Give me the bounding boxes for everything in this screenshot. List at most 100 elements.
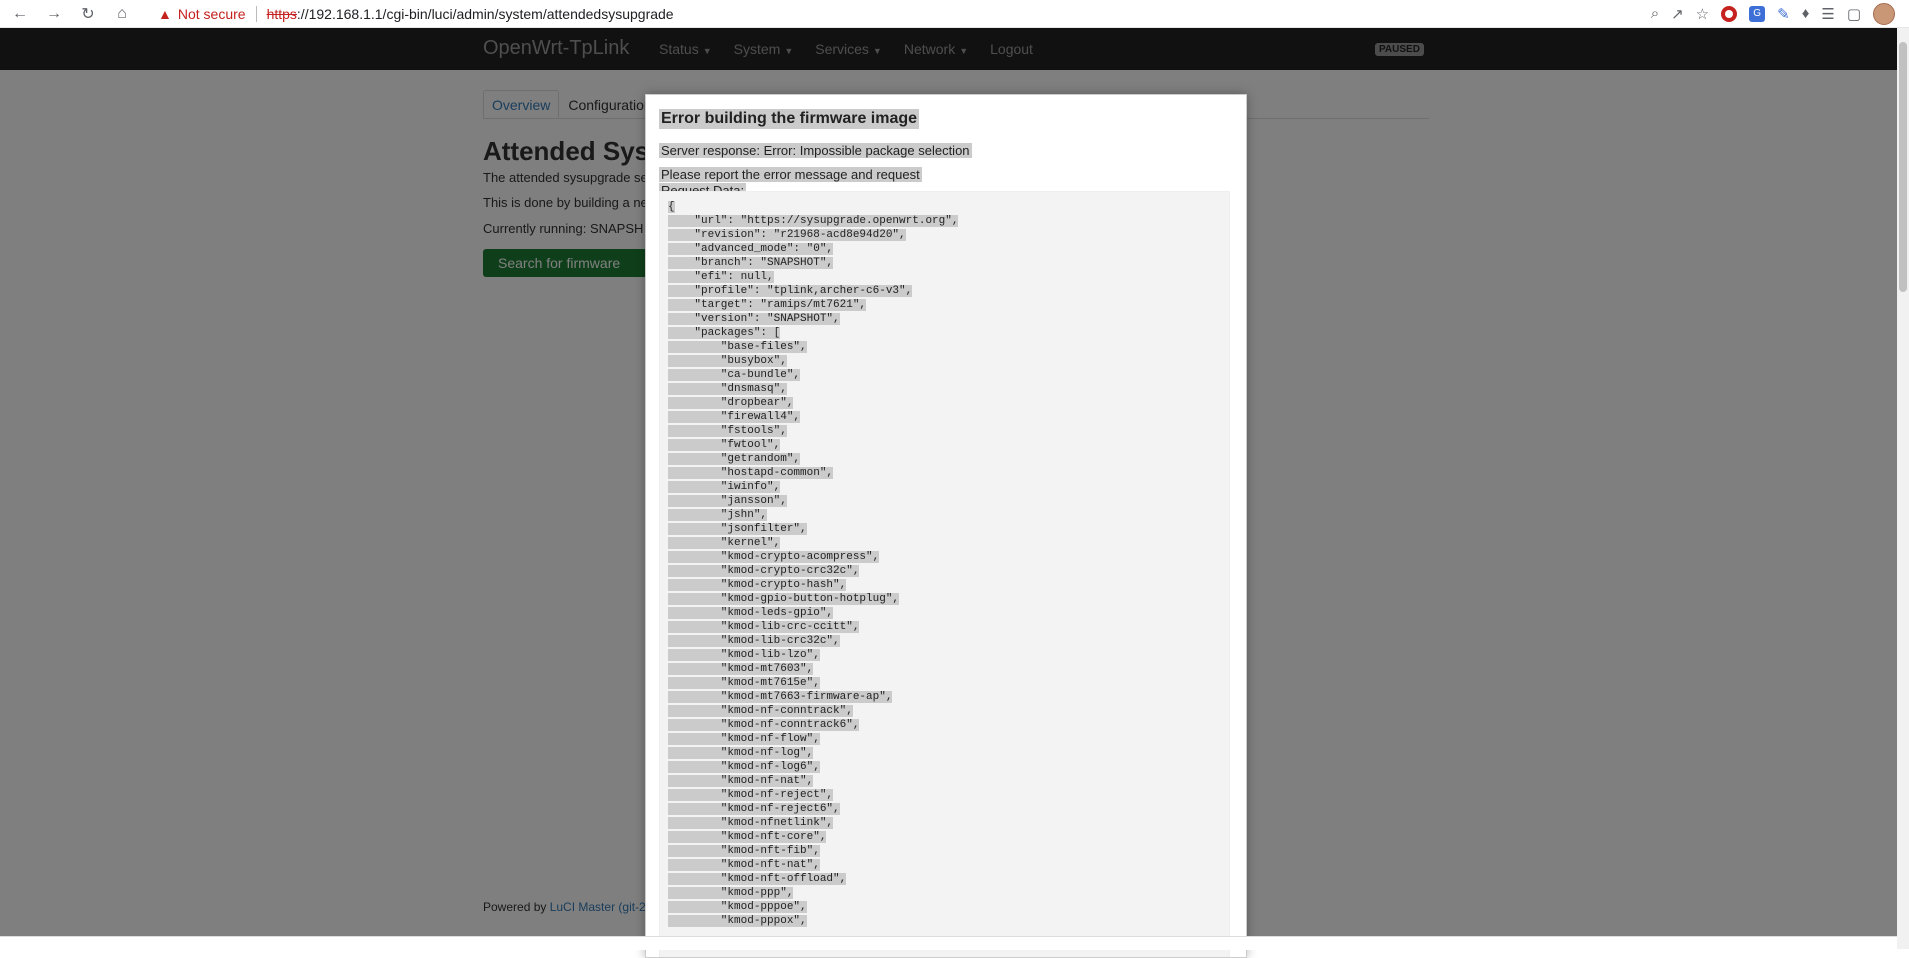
url-protocol: https <box>266 5 297 22</box>
code-line-text: "dropbear", <box>668 397 794 409</box>
code-line: "kmod-nf-flow", <box>668 732 958 746</box>
code-line-text: "kmod-nf-conntrack6", <box>668 719 860 731</box>
code-line: "kmod-pppox", <box>668 914 958 928</box>
code-line: "kmod-nf-nat", <box>668 774 958 788</box>
scrollbar-thumb[interactable] <box>1899 42 1907 292</box>
code-line-text: "revision": "r21968-acd8e94d20", <box>668 229 906 241</box>
extension-icon[interactable] <box>1721 5 1738 22</box>
code-line-text: "firewall4", <box>668 411 801 423</box>
code-line-text: "url": "https://sysupgrade.openwrt.org", <box>668 215 959 227</box>
code-line: "kmod-gpio-button-hotplug", <box>668 592 958 606</box>
code-line: "kmod-nf-conntrack", <box>668 704 958 718</box>
code-line-text: "kmod-nf-flow", <box>668 733 820 745</box>
code-content: { "url": "https://sysupgrade.openwrt.org… <box>668 200 959 928</box>
code-line-text: "kmod-nfnetlink", <box>668 817 834 829</box>
code-line: "kmod-lib-crc-ccitt", <box>668 620 958 634</box>
code-line-text: "kmod-ppp", <box>668 887 794 899</box>
media-icon[interactable]: ☰ <box>1821 5 1834 23</box>
code-line: "kmod-nf-log6", <box>668 760 958 774</box>
code-line-text: "kmod-mt7663-firmware-ap", <box>668 691 893 703</box>
code-line: "ca-bundle", <box>668 368 958 382</box>
translate-icon[interactable]: G <box>1749 5 1766 22</box>
code-line: "firewall4", <box>668 410 958 424</box>
share-icon[interactable]: ↗ <box>1671 5 1684 23</box>
code-line-text: "base-files", <box>668 341 807 353</box>
code-line: "kmod-nf-reject", <box>668 788 958 802</box>
back-arrow-icon[interactable]: ← <box>6 2 34 26</box>
page-scrollbar[interactable] <box>1897 28 1909 949</box>
code-line-text: "efi": null, <box>668 271 774 283</box>
code-line-text: "branch": "SNAPSHOT", <box>668 257 834 269</box>
code-line: "advanced_mode": "0", <box>668 242 958 256</box>
code-line: "branch": "SNAPSHOT", <box>668 256 958 270</box>
address-bar[interactable]: ▲ Not secure https://192.168.1.1/cgi-bin… <box>152 1 1641 27</box>
code-line: "efi": null, <box>668 270 958 284</box>
code-line-text: "kernel", <box>668 537 781 549</box>
code-line-text: "fstools", <box>668 425 787 437</box>
code-line-text: "busybox", <box>668 355 787 367</box>
profile-avatar[interactable] <box>1873 2 1895 25</box>
code-line: "kmod-ppp", <box>668 886 958 900</box>
code-line-text: "kmod-crypto-acompress", <box>668 551 880 563</box>
code-line-text: "kmod-crypto-crc32c", <box>668 565 860 577</box>
code-line-text: "kmod-pppoe", <box>668 901 807 913</box>
forward-arrow-icon[interactable]: → <box>40 2 68 26</box>
code-line-text: "packages": [ <box>668 327 781 339</box>
code-line-text: { <box>668 201 675 213</box>
code-line: "base-files", <box>668 340 958 354</box>
code-line: "version": "SNAPSHOT", <box>668 312 958 326</box>
code-line-text: "kmod-nft-core", <box>668 831 827 843</box>
browser-actions: ⌕ ↗ ☆ G ✎ ♦ ☰ ▢ <box>1651 2 1909 25</box>
code-line-text: "kmod-nf-nat", <box>668 775 814 787</box>
code-line: { <box>668 200 958 214</box>
code-line-text: "kmod-leds-gpio", <box>668 607 834 619</box>
code-line: "kmod-nf-conntrack6", <box>668 718 958 732</box>
zoom-icon[interactable]: ⌕ <box>1651 5 1659 22</box>
code-line-text: "target": "ramips/mt7621", <box>668 299 867 311</box>
code-line: "url": "https://sysupgrade.openwrt.org", <box>668 214 959 228</box>
code-line-text: "dnsmasq", <box>668 383 787 395</box>
code-line-text: "kmod-nft-fib", <box>668 845 820 857</box>
report-text: Please report the error message and requ… <box>659 167 922 182</box>
code-line: "kmod-leds-gpio", <box>668 606 958 620</box>
warning-icon: ▲ <box>158 5 172 22</box>
puzzle-icon[interactable]: ♦ <box>1802 5 1810 22</box>
code-line-text: "fwtool", <box>668 439 781 451</box>
server-response-text: Server response: Error: Impossible packa… <box>659 143 972 158</box>
request-data-code[interactable]: { "url": "https://sysupgrade.openwrt.org… <box>659 191 1230 957</box>
pen-extension-icon[interactable]: ✎ <box>1777 5 1790 23</box>
code-line-text: "hostapd-common", <box>668 467 834 479</box>
code-line: "kmod-nft-core", <box>668 830 958 844</box>
home-icon[interactable]: ⌂ <box>108 2 136 26</box>
bookmark-star-icon[interactable]: ☆ <box>1696 5 1709 23</box>
reload-icon[interactable]: ↻ <box>74 2 102 26</box>
code-line: "kernel", <box>668 536 958 550</box>
code-line: "kmod-nfnetlink", <box>668 816 958 830</box>
code-line-text: "ca-bundle", <box>668 369 801 381</box>
code-line: "packages": [ <box>668 326 958 340</box>
code-line: "kmod-mt7663-firmware-ap", <box>668 690 958 704</box>
code-line: "kmod-nft-fib", <box>668 844 958 858</box>
code-line: "iwinfo", <box>668 480 958 494</box>
code-line: "getrandom", <box>668 452 958 466</box>
code-line-text: "profile": "tplink,archer-c6-v3", <box>668 285 913 297</box>
code-line: "target": "ramips/mt7621", <box>668 298 958 312</box>
code-line: "kmod-lib-crc32c", <box>668 634 958 648</box>
code-line: "kmod-crypto-crc32c", <box>668 564 958 578</box>
code-line-text: "kmod-nft-offload", <box>668 873 847 885</box>
code-line-text: "kmod-nf-reject6", <box>668 803 840 815</box>
security-label[interactable]: Not secure <box>178 6 246 22</box>
code-line: "kmod-lib-lzo", <box>668 648 958 662</box>
code-line: "revision": "r21968-acd8e94d20", <box>668 228 958 242</box>
code-line-text: "kmod-mt7615e", <box>668 677 820 689</box>
browser-toolbar: ← → ↻ ⌂ ▲ Not secure https://192.168.1.1… <box>0 0 1909 28</box>
sidepanel-icon[interactable]: ▢ <box>1847 5 1861 23</box>
code-line-text: "kmod-nf-log", <box>668 747 814 759</box>
code-line-text: "kmod-lib-crc-ccitt", <box>668 621 860 633</box>
code-line-text: "jshn", <box>668 509 768 521</box>
code-line: "jshn", <box>668 508 958 522</box>
code-line-text: "kmod-nf-log6", <box>668 761 820 773</box>
code-line: "profile": "tplink,archer-c6-v3", <box>668 284 958 298</box>
code-line: "kmod-mt7603", <box>668 662 958 676</box>
code-line: "kmod-pppoe", <box>668 900 958 914</box>
